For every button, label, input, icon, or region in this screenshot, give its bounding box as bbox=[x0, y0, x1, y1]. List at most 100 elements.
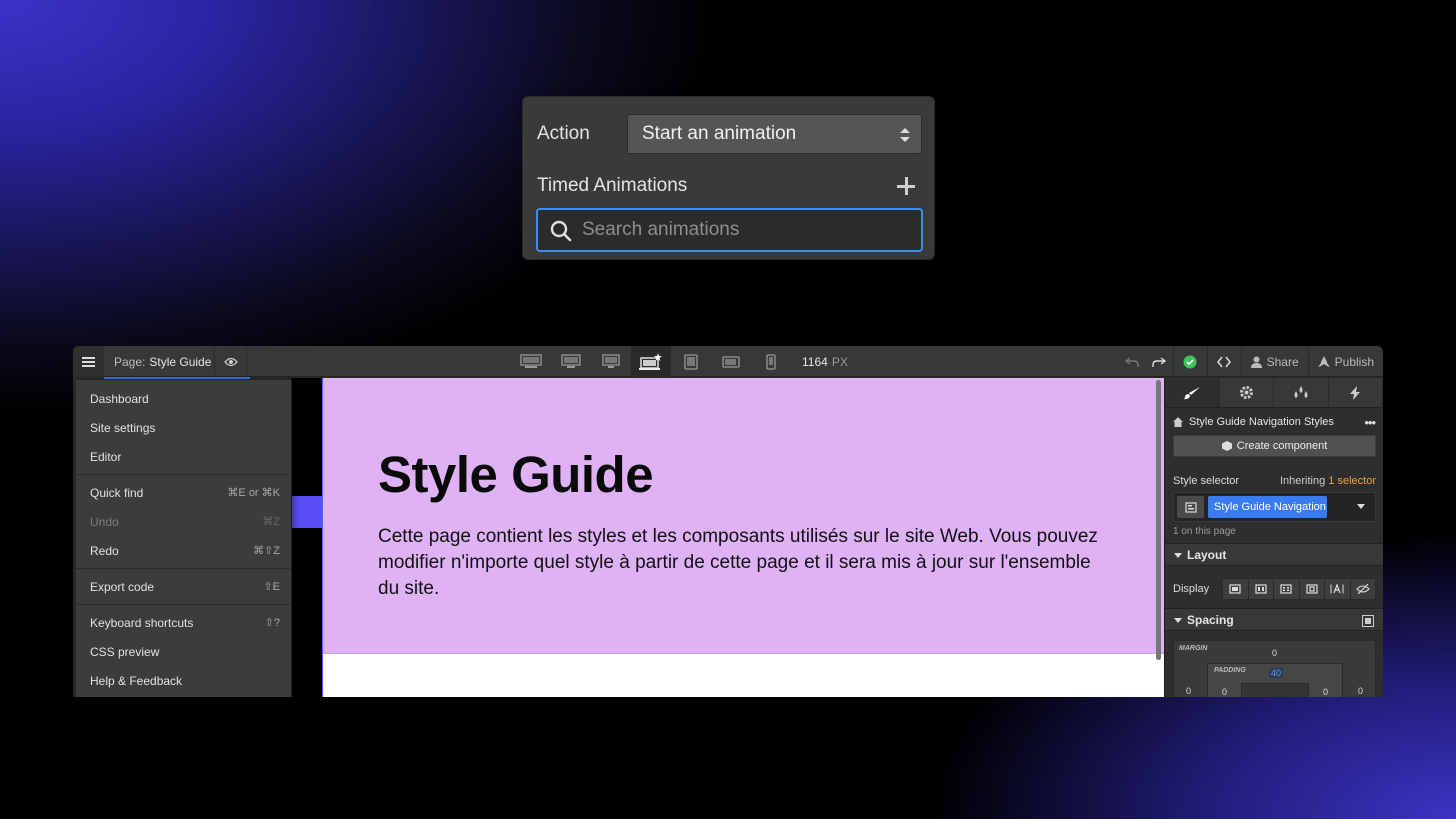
menu-item-quick-find[interactable]: Quick find ⌘E or ⌘K bbox=[76, 478, 291, 507]
menu-item-label: CSS preview bbox=[90, 644, 160, 659]
display-inline-block-button[interactable] bbox=[1300, 579, 1325, 599]
home-icon bbox=[1173, 417, 1183, 427]
selected-element-marker bbox=[291, 496, 322, 528]
selector-chip[interactable]: Style Guide Navigation bbox=[1208, 496, 1327, 518]
action-select-value: Start an animation bbox=[642, 123, 797, 144]
menu-item-css-preview[interactable]: CSS preview bbox=[76, 637, 291, 666]
tab-style[interactable] bbox=[1165, 378, 1220, 407]
code-button[interactable] bbox=[1208, 346, 1241, 377]
page-selector[interactable]: Page: Style Guide bbox=[104, 346, 215, 377]
menu-shortcut: ⌘E or ⌘K bbox=[227, 487, 280, 499]
desktop-base-star-icon bbox=[639, 352, 662, 370]
interaction-action-panel: Action Start an animation Timed Animatio… bbox=[522, 96, 935, 260]
create-component-button[interactable]: Create component bbox=[1173, 435, 1376, 457]
margin-right-value[interactable]: 0 bbox=[1358, 686, 1363, 696]
top-toolbar: Page: Style Guide 1164 PX Share Publish bbox=[73, 346, 1383, 377]
display-grid-button[interactable] bbox=[1274, 579, 1300, 599]
margin-top-value[interactable]: 0 bbox=[1272, 648, 1277, 658]
action-label: Action bbox=[537, 123, 590, 144]
display-block-button[interactable] bbox=[1223, 579, 1249, 599]
share-button[interactable]: Share bbox=[1242, 346, 1308, 377]
display-label: Display bbox=[1173, 583, 1210, 595]
breakpoint-desktop-base[interactable] bbox=[631, 346, 671, 377]
menu-item-label: Export code bbox=[90, 579, 155, 594]
box-model-editor: MARGIN 0 0 0 PADDING 40 0 0 bbox=[1173, 640, 1376, 697]
breakpoint-desktop-xl[interactable] bbox=[511, 346, 551, 377]
margin-left-value[interactable]: 0 bbox=[1186, 686, 1191, 696]
menu-item-export-code[interactable]: Export code ⇧E bbox=[76, 572, 291, 601]
menu-shortcut: ⇧? bbox=[264, 617, 280, 629]
inheriting-text[interactable]: Inheriting 1 selector bbox=[1280, 475, 1376, 487]
preview-button[interactable] bbox=[216, 346, 247, 377]
animation-search-field[interactable] bbox=[536, 208, 923, 252]
tablet-icon bbox=[684, 353, 698, 370]
content-box bbox=[1241, 683, 1309, 697]
tab-interactions[interactable] bbox=[1328, 378, 1383, 407]
display-options bbox=[1222, 578, 1376, 600]
breakpoint-mobile-portrait[interactable] bbox=[751, 346, 791, 377]
publish-button[interactable]: Publish bbox=[1309, 346, 1383, 377]
menu-item-keyboard-shortcuts[interactable]: Keyboard shortcuts ⇧? bbox=[76, 608, 291, 637]
layout-label: Layout bbox=[1187, 547, 1227, 562]
design-canvas[interactable]: Style Guide Cette page contient les styl… bbox=[322, 378, 1165, 697]
menu-divider bbox=[76, 474, 291, 475]
element-type-button[interactable] bbox=[1177, 496, 1204, 518]
padding-left-value[interactable]: 0 bbox=[1222, 687, 1227, 697]
menu-item-site-settings[interactable]: Site settings bbox=[76, 413, 291, 442]
publish-label: Publish bbox=[1334, 354, 1374, 369]
breakpoint-mobile-landscape[interactable] bbox=[711, 346, 751, 377]
selected-element-header: Style Guide Navigation Styles ••• bbox=[1173, 414, 1377, 430]
code-icon bbox=[1217, 356, 1232, 367]
menu-item-redo[interactable]: Redo ⌘⇧Z bbox=[76, 536, 291, 565]
selection-indicator bbox=[104, 377, 250, 379]
lightning-icon bbox=[1350, 385, 1361, 400]
desktop-medium-icon bbox=[602, 354, 620, 368]
menu-item-help-feedback[interactable]: Help & Feedback bbox=[76, 666, 291, 695]
chevron-down-icon[interactable] bbox=[1357, 504, 1365, 509]
hamburger-menu-button[interactable] bbox=[73, 346, 104, 377]
undo-button[interactable] bbox=[1119, 346, 1146, 377]
menu-item-label: Redo bbox=[90, 543, 119, 558]
designer-window: Page: Style Guide 1164 PX Share Publish … bbox=[73, 346, 1383, 697]
page-title[interactable]: Style Guide bbox=[378, 445, 654, 504]
redo-icon bbox=[1152, 356, 1167, 367]
drops-icon bbox=[1294, 386, 1308, 398]
action-select[interactable]: Start an animation bbox=[627, 114, 922, 154]
select-arrows-icon bbox=[900, 128, 910, 142]
canvas-width-readout[interactable]: 1164 PX bbox=[802, 346, 848, 377]
breakpoint-desktop-large[interactable] bbox=[551, 346, 591, 377]
hero-section[interactable]: Style Guide Cette page contient les styl… bbox=[323, 378, 1165, 654]
breakpoint-tablet[interactable] bbox=[671, 346, 711, 377]
inline-text-icon bbox=[1330, 584, 1344, 594]
padding-label: PADDING bbox=[1214, 667, 1246, 674]
canvas-scrollbar[interactable] bbox=[1156, 380, 1161, 660]
menu-item-label: Keyboard shortcuts bbox=[90, 615, 194, 630]
tab-style-manager[interactable] bbox=[1274, 378, 1329, 407]
style-selector-label: Style selector bbox=[1173, 475, 1240, 487]
style-selector-field[interactable]: Style Guide Navigation bbox=[1173, 492, 1376, 522]
status-button[interactable] bbox=[1174, 346, 1207, 377]
layout-section-header[interactable]: Layout bbox=[1165, 543, 1383, 566]
display-flex-button[interactable] bbox=[1249, 579, 1274, 599]
menu-item-dashboard[interactable]: Dashboard bbox=[76, 384, 291, 413]
display-inline-button[interactable] bbox=[1325, 579, 1351, 599]
eye-icon bbox=[224, 357, 238, 366]
padding-top-value[interactable]: 40 bbox=[1269, 668, 1284, 678]
breakpoint-desktop-medium[interactable] bbox=[591, 346, 631, 377]
search-animations-input[interactable] bbox=[582, 219, 921, 241]
menu-divider bbox=[76, 604, 291, 605]
add-animation-plus-icon[interactable] bbox=[896, 176, 916, 196]
more-options-icon[interactable]: ••• bbox=[1364, 415, 1376, 430]
hero-paragraph[interactable]: Cette page contient les styles et les co… bbox=[378, 524, 1098, 602]
tab-settings[interactable] bbox=[1219, 378, 1274, 407]
display-none-button[interactable] bbox=[1351, 579, 1376, 599]
menu-item-editor[interactable]: Editor bbox=[76, 442, 291, 471]
redo-button[interactable] bbox=[1146, 346, 1173, 377]
hamburger-icon bbox=[82, 360, 95, 363]
selected-element-name: Style Guide Navigation Styles bbox=[1189, 416, 1334, 428]
padding-right-value[interactable]: 0 bbox=[1323, 687, 1328, 697]
spacing-section-header[interactable]: Spacing bbox=[1165, 608, 1383, 631]
breakpoint-switcher bbox=[511, 346, 791, 377]
desktop-xl-icon bbox=[520, 354, 542, 368]
menu-item-label: Help & Feedback bbox=[90, 673, 183, 688]
